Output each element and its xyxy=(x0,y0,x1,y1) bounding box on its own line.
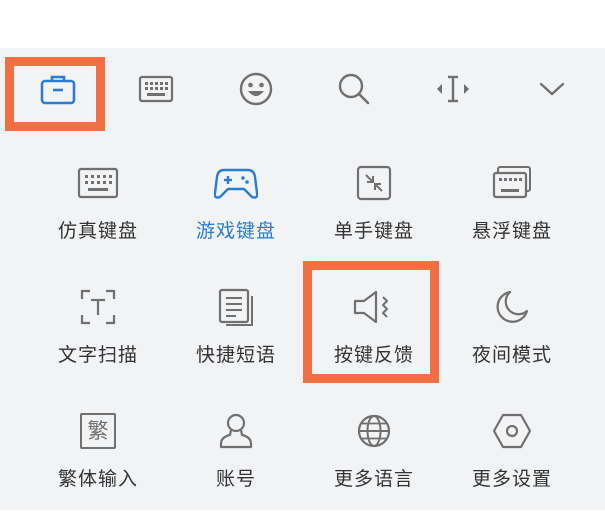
tool-item-game-keyboard[interactable]: 游戏键盘 xyxy=(171,160,301,270)
hexagon-settings-icon xyxy=(493,413,531,449)
moon-icon xyxy=(496,290,529,323)
toolbox-button[interactable] xyxy=(8,48,108,130)
gamepad-icon xyxy=(214,168,258,199)
tool-item-key-feedback[interactable]: 按键反馈 xyxy=(309,284,439,394)
search-icon xyxy=(338,73,370,105)
traditional-char-glyph: 繁 xyxy=(87,418,109,443)
tool-label: 繁体输入 xyxy=(57,468,138,490)
keyboard-switch-button[interactable] xyxy=(106,48,206,130)
emoji-button[interactable] xyxy=(206,48,306,130)
floating-keyboard-icon xyxy=(492,166,531,199)
tool-label: 仿真键盘 xyxy=(57,220,138,242)
tool-item-account[interactable]: 账号 xyxy=(171,408,301,518)
tool-label: 文字扫描 xyxy=(57,344,138,366)
account-icon xyxy=(219,413,253,449)
keyboard-toolbar xyxy=(0,48,605,130)
emoji-icon xyxy=(239,72,273,106)
tool-label: 按键反馈 xyxy=(333,344,414,366)
cursor-move-button[interactable] xyxy=(403,48,503,130)
keyboard-icon xyxy=(138,75,174,103)
tool-item-more-settings[interactable]: 更多设置 xyxy=(447,408,577,518)
keyboard-icon xyxy=(77,167,119,199)
toolbox-icon xyxy=(40,75,76,105)
phrases-icon xyxy=(218,288,253,326)
speaker-icon xyxy=(353,290,388,324)
chevron-down-icon xyxy=(539,82,565,96)
tool-label: 悬浮键盘 xyxy=(471,220,552,242)
collapse-keyboard-button[interactable] xyxy=(502,48,602,130)
one-hand-icon xyxy=(356,165,392,201)
tool-item-floating-keyboard[interactable]: 悬浮键盘 xyxy=(447,160,577,270)
tool-label: 单手键盘 xyxy=(333,220,414,242)
globe-icon xyxy=(357,414,391,448)
tool-label: 游戏键盘 xyxy=(195,220,276,242)
tool-label: 账号 xyxy=(215,468,256,490)
tool-item-one-hand-keyboard[interactable]: 单手键盘 xyxy=(309,160,439,270)
search-button[interactable] xyxy=(304,48,404,130)
tool-item-traditional-input[interactable]: 繁 繁体输入 xyxy=(33,408,163,518)
text-cursor-icon xyxy=(437,75,469,103)
tool-label: 更多设置 xyxy=(471,468,552,490)
scan-text-icon xyxy=(80,289,116,325)
tool-item-more-languages[interactable]: 更多语言 xyxy=(309,408,439,518)
tool-item-quick-phrases[interactable]: 快捷短语 xyxy=(171,284,301,394)
tool-label: 更多语言 xyxy=(333,468,414,490)
tool-label: 快捷短语 xyxy=(195,344,276,366)
traditional-char-icon: 繁 xyxy=(80,413,116,449)
tool-item-night-mode[interactable]: 夜间模式 xyxy=(447,284,577,394)
tool-label: 夜间模式 xyxy=(471,344,552,366)
tool-item-text-scan[interactable]: 文字扫描 xyxy=(33,284,163,394)
tool-item-simulated-keyboard[interactable]: 仿真键盘 xyxy=(33,160,163,270)
